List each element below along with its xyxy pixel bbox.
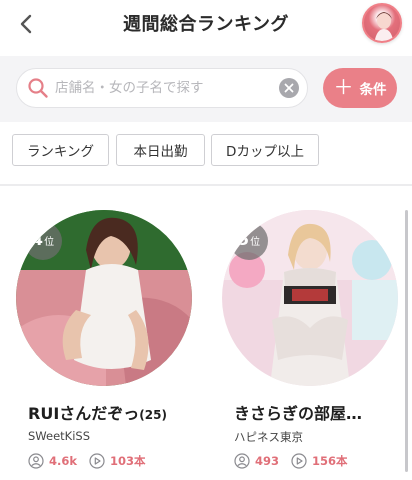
header: 週間総合ランキング (0, 0, 412, 52)
rank-number: 5 (237, 230, 250, 249)
search-bar: ＋ 条件 (0, 56, 412, 122)
card-stats: 493 156本 (234, 453, 348, 469)
rank-badge: 4位 (24, 222, 62, 260)
condition-label: 条件 (359, 82, 387, 98)
chip-today[interactable]: 本日出勤 (116, 134, 205, 166)
search-icon (28, 78, 48, 98)
profile-photo[interactable]: 5位 (222, 210, 398, 386)
divider (0, 184, 412, 186)
video-count: 156本 (312, 454, 348, 468)
search-input[interactable] (55, 77, 275, 99)
girl-name: RUIさんだぞっ (28, 404, 140, 423)
chip-d-cup[interactable]: Dカップ以上 (211, 134, 319, 166)
search-box[interactable] (16, 68, 308, 108)
shop-name[interactable]: ハピネス東京 (234, 429, 303, 445)
play-icon (89, 453, 105, 469)
shop-name[interactable]: SWeetKiSS (28, 429, 90, 443)
rank-badge: 5位 (230, 222, 268, 260)
page-title: 週間総合ランキング (123, 14, 289, 35)
chip-ranking[interactable]: ランキング (12, 134, 109, 166)
profile-photo[interactable]: 4位 (16, 210, 192, 386)
girl-age: (25) (139, 408, 167, 422)
card-name[interactable]: きさらぎの部屋… (234, 400, 404, 424)
user-icon (28, 453, 44, 469)
clear-button[interactable] (279, 78, 299, 98)
rank-suffix: 位 (250, 237, 261, 248)
user-icon (234, 453, 250, 469)
card-name[interactable]: RUIさんだぞっ(25) (28, 400, 198, 424)
avatar[interactable] (362, 3, 402, 43)
rank-suffix: 位 (44, 237, 55, 248)
card-stats: 4.6k 103本 (28, 453, 146, 469)
video-count: 103本 (110, 454, 146, 468)
close-icon (284, 83, 294, 93)
view-count: 493 (255, 454, 280, 468)
play-icon (291, 453, 307, 469)
filter-chips: ランキング 本日出勤 Dカップ以上 (0, 122, 412, 182)
scrollbar[interactable] (405, 210, 408, 472)
plus-icon: ＋ (333, 75, 354, 99)
girl-name: きさらぎの部屋… (234, 404, 363, 423)
rank-number: 4 (31, 230, 44, 249)
condition-button[interactable]: ＋ 条件 (323, 68, 397, 108)
view-count: 4.6k (49, 454, 78, 468)
